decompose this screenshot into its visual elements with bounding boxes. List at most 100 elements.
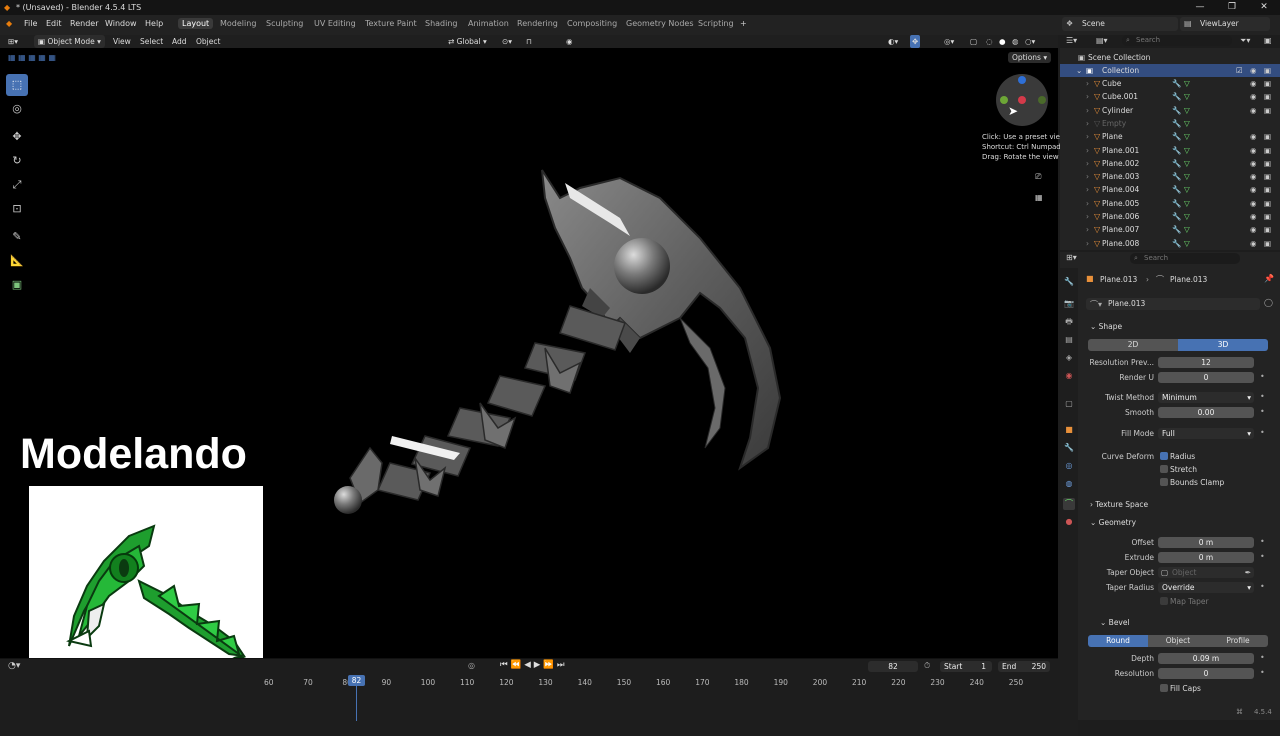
- eye-icon[interactable]: ◉: [1250, 104, 1257, 117]
- mesh-data-icon[interactable]: ▽: [1184, 130, 1190, 143]
- measure-tool-icon[interactable]: 📐: [6, 250, 28, 272]
- tab-compositing[interactable]: Compositing: [567, 19, 617, 28]
- mesh-data-icon[interactable]: ▽: [1184, 210, 1190, 223]
- fake-user-shield-icon[interactable]: ◯: [1264, 298, 1273, 307]
- properties-editor-icon[interactable]: ⊞▾: [1066, 253, 1077, 262]
- tab-animation[interactable]: Animation: [468, 19, 509, 28]
- expand-chevron-icon[interactable]: ›: [1086, 210, 1089, 223]
- modifier-icon[interactable]: 🔧: [1172, 77, 1181, 90]
- tab-scripting[interactable]: Scripting: [698, 19, 734, 28]
- outliner-row-object[interactable]: › ▽ Plane.008 🔧 ▽ ◉ ▣: [1060, 237, 1280, 250]
- outliner-row-collection[interactable]: ⌄ ▣ Collection ☑ ◉ ▣: [1060, 64, 1280, 77]
- outliner-row-object[interactable]: › ▽ Cylinder 🔧 ▽ ◉ ▣: [1060, 104, 1280, 117]
- bevel-resolution-field[interactable]: 0: [1158, 668, 1254, 679]
- mesh-data-icon[interactable]: ▽: [1184, 170, 1190, 183]
- mesh-data-icon[interactable]: ▽: [1184, 144, 1190, 157]
- blender-menu-icon[interactable]: ◆: [6, 19, 12, 28]
- wireframe-shading-icon[interactable]: ◌: [986, 35, 993, 48]
- navigation-gizmo[interactable]: [996, 74, 1048, 126]
- orientation-dropdown[interactable]: ⇄ Global ▾: [448, 35, 487, 48]
- filter-icon[interactable]: ⏷▾: [1240, 36, 1250, 46]
- outliner-row-object[interactable]: › ▽ Plane.004 🔧 ▽ ◉ ▣: [1060, 183, 1280, 196]
- options-dropdown[interactable]: Options ▾: [1008, 52, 1052, 63]
- display-mode-icon[interactable]: ▤▾: [1096, 36, 1108, 45]
- playhead[interactable]: 82: [348, 675, 365, 686]
- particles-tab-icon[interactable]: ◎: [1063, 460, 1075, 472]
- end-frame-field[interactable]: End 250: [998, 661, 1050, 672]
- outliner-row-object[interactable]: › ▽ Plane 🔧 ▽ ◉ ▣: [1060, 130, 1280, 143]
- eye-icon[interactable]: ◉: [1250, 170, 1257, 183]
- bevel-round-toggle[interactable]: Round: [1088, 635, 1148, 647]
- properties-editor[interactable]: ⊞▾ ⌕ Search 🔧 📷 🖶 ▤ ◈ ◉ ▢ ■ 🔧 ◎ ◍ ⌒ ● ■ …: [1060, 252, 1280, 736]
- menu-edit[interactable]: Edit: [46, 19, 62, 28]
- modifier-icon[interactable]: 🔧: [1172, 210, 1181, 223]
- view-layer-tab-icon[interactable]: ▤: [1063, 334, 1075, 346]
- expand-chevron-icon[interactable]: ›: [1086, 77, 1089, 90]
- camera-icon[interactable]: ▣: [1264, 90, 1271, 103]
- mesh-data-icon[interactable]: ▽: [1184, 104, 1190, 117]
- data-block-selector[interactable]: ⌒▾ Plane.013: [1086, 298, 1260, 310]
- mesh-data-icon[interactable]: ▽: [1184, 77, 1190, 90]
- outliner-row-object[interactable]: › ▽ Cube 🔧 ▽ ◉ ▣: [1060, 77, 1280, 90]
- smooth-field[interactable]: 0.00: [1158, 407, 1254, 418]
- rendered-shading-icon[interactable]: ○▾: [1025, 35, 1035, 48]
- add-workspace-icon[interactable]: +: [740, 19, 747, 28]
- shape-panel-header[interactable]: ⌄ Shape: [1090, 322, 1122, 331]
- overlay-icon[interactable]: ◎▾: [944, 35, 954, 48]
- mesh-data-icon[interactable]: ▽: [1184, 197, 1190, 210]
- modifier-icon[interactable]: 🔧: [1172, 157, 1181, 170]
- twist-method-dropdown[interactable]: Minimum ▾: [1158, 392, 1254, 403]
- keyframe-dot-icon[interactable]: •: [1260, 428, 1265, 437]
- playback-controls[interactable]: ⏮⏪◀▶⏩⏭: [500, 660, 568, 670]
- camera-icon[interactable]: ▣: [1264, 183, 1271, 196]
- move-tool-icon[interactable]: ✥: [6, 126, 28, 148]
- expand-chevron-icon[interactable]: ›: [1086, 90, 1089, 103]
- modifier-icon[interactable]: 🔧: [1172, 223, 1181, 236]
- eyedropper-icon[interactable]: ✒: [1245, 567, 1251, 578]
- expand-chevron-icon[interactable]: ›: [1086, 157, 1089, 170]
- keyframe-dot-icon[interactable]: •: [1260, 407, 1265, 416]
- gizmo-y-axis[interactable]: [1000, 96, 1008, 104]
- bevel-object-toggle[interactable]: Object: [1148, 635, 1208, 647]
- tab-modeling[interactable]: Modeling: [220, 19, 256, 28]
- modifier-icon[interactable]: 🔧: [1172, 197, 1181, 210]
- snap-icon[interactable]: ⊓: [526, 35, 532, 48]
- solid-shading-icon[interactable]: ●: [999, 35, 1006, 48]
- geometry-panel-header[interactable]: ⌄ Geometry: [1090, 518, 1136, 527]
- mode-dropdown[interactable]: ▣ Object Mode ▾: [34, 35, 105, 48]
- menu-window[interactable]: Window: [105, 19, 137, 28]
- taper-radius-dropdown[interactable]: Override ▾: [1158, 582, 1254, 593]
- expand-chevron-icon[interactable]: ›: [1086, 170, 1089, 183]
- editor-type-icon[interactable]: ⊞▾: [8, 35, 18, 48]
- collection-checkbox-icon[interactable]: ☑: [1236, 64, 1243, 77]
- eye-icon[interactable]: ◉: [1250, 77, 1257, 90]
- keyframe-dot-icon[interactable]: •: [1260, 582, 1265, 591]
- tab-uv-editing[interactable]: UV Editing: [314, 19, 356, 28]
- outliner-row-scene-collection[interactable]: ▣ Scene Collection: [1060, 51, 1280, 64]
- eye-icon[interactable]: ◉: [1250, 183, 1257, 196]
- viewlayer-selector[interactable]: ▤ ViewLayer: [1180, 17, 1270, 31]
- bevel-panel-header[interactable]: ⌄ Bevel: [1100, 618, 1130, 627]
- eye-icon[interactable]: ◉: [1250, 237, 1257, 250]
- eye-icon[interactable]: ◉: [1250, 144, 1257, 157]
- map-taper-checkbox[interactable]: [1160, 597, 1168, 605]
- select-tool-icon[interactable]: ⬚: [6, 74, 28, 96]
- expand-chevron-icon[interactable]: ›: [1086, 130, 1089, 143]
- properties-search[interactable]: ⌕ Search: [1130, 253, 1240, 264]
- keyframe-dot-icon[interactable]: •: [1260, 537, 1265, 546]
- menu-object[interactable]: Object: [196, 35, 220, 48]
- visibility-icon[interactable]: ◐▾: [888, 35, 898, 48]
- add-cube-tool-icon[interactable]: ▣: [6, 274, 28, 296]
- render-tab-icon[interactable]: 📷: [1063, 298, 1075, 310]
- expand-chevron-icon[interactable]: ›: [1086, 104, 1089, 117]
- modifier-icon[interactable]: 🔧: [1172, 117, 1181, 130]
- new-collection-icon[interactable]: ▣: [1264, 36, 1272, 45]
- extrude-field[interactable]: 0 m: [1158, 552, 1254, 563]
- transform-tool-icon[interactable]: ⊡: [6, 198, 28, 220]
- expand-chevron-icon[interactable]: ⌄: [1076, 64, 1082, 77]
- modifier-icon[interactable]: 🔧: [1172, 170, 1181, 183]
- gizmo-z-axis[interactable]: [1018, 76, 1026, 84]
- material-tab-icon[interactable]: ●: [1063, 516, 1075, 528]
- texture-space-panel-header[interactable]: › Texture Space: [1090, 500, 1148, 509]
- modifier-icon[interactable]: 🔧: [1172, 104, 1181, 117]
